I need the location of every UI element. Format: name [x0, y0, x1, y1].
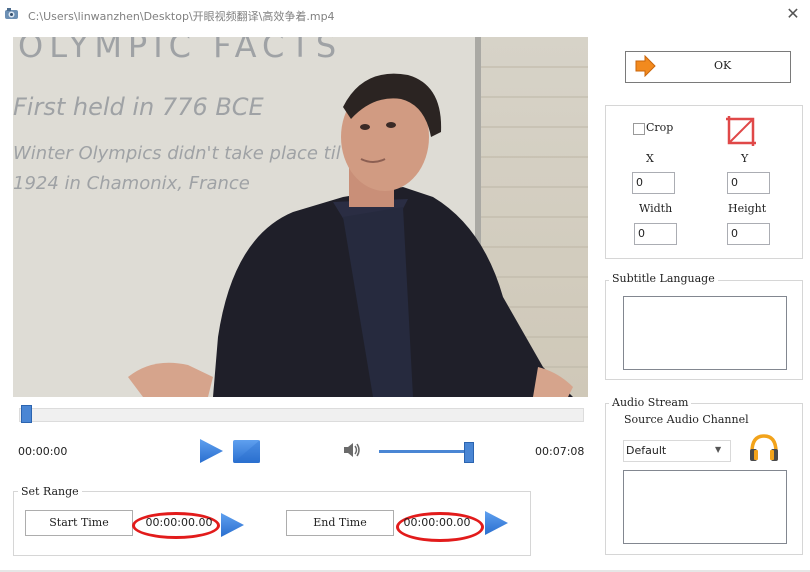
play-icon[interactable] [219, 512, 245, 538]
play-icon[interactable] [483, 510, 509, 536]
crop-width-input[interactable]: 0 [634, 223, 677, 245]
ok-button-label: OK [714, 59, 732, 72]
seek-thumb[interactable] [21, 405, 32, 423]
total-duration: 00:07:08 [535, 445, 585, 458]
y-label: Y [741, 152, 749, 165]
start-time-value: 00:00:00.00 [145, 516, 213, 529]
crop-y-input[interactable]: 0 [727, 172, 770, 194]
whiteboard-line: Winter Olympics didn't take place til [13, 143, 341, 164]
video-preview[interactable]: OLYMPIC FACTS First held in 776 BCE Wint… [13, 37, 588, 397]
x-label: X [646, 152, 654, 165]
volume-thumb[interactable] [464, 442, 474, 463]
window-title: C:\Users\linwanzhen\Desktop\开眼视频翻译\高效争着.… [28, 10, 335, 23]
crop-height-input[interactable]: 0 [727, 223, 770, 245]
whiteboard-line: OLYMPIC FACTS [18, 37, 342, 65]
volume-slider[interactable] [379, 450, 469, 453]
current-time: 00:00:00 [18, 445, 68, 458]
subtitle-language-list[interactable] [623, 296, 787, 370]
crop-label: Crop [646, 121, 674, 134]
start-time-button[interactable]: Start Time [25, 510, 133, 536]
height-label: Height [728, 202, 767, 215]
width-label: Width [639, 202, 673, 215]
stop-icon[interactable] [232, 439, 261, 464]
arrow-right-icon [635, 55, 656, 77]
headphones-icon [750, 434, 778, 461]
crop-checkbox[interactable] [633, 123, 645, 135]
set-range-legend: Set Range [18, 485, 82, 498]
close-icon[interactable]: ✕ [780, 3, 806, 25]
audio-channel-value: Default [626, 444, 667, 457]
whiteboard-line: 1924 in Chamonix, France [13, 173, 250, 194]
crop-icon [726, 116, 756, 146]
subtitle-language-legend: Subtitle Language [609, 272, 718, 285]
audio-stream-list[interactable] [623, 470, 787, 544]
play-icon[interactable] [197, 437, 225, 465]
source-audio-channel-label: Source Audio Channel [624, 413, 749, 426]
speaker-icon[interactable] [342, 441, 362, 459]
whiteboard-line: First held in 776 BCE [13, 93, 265, 121]
video-frame-image: OLYMPIC FACTS First held in 776 BCE Wint… [13, 37, 588, 397]
seek-bar[interactable] [19, 408, 584, 422]
audio-stream-legend: Audio Stream [609, 396, 692, 409]
end-time-button[interactable]: End Time [286, 510, 394, 536]
app-icon [5, 8, 18, 19]
end-time-value: 00:00:00.00 [403, 516, 471, 529]
crop-x-input[interactable]: 0 [632, 172, 675, 194]
chevron-down-icon: ▼ [715, 445, 722, 454]
